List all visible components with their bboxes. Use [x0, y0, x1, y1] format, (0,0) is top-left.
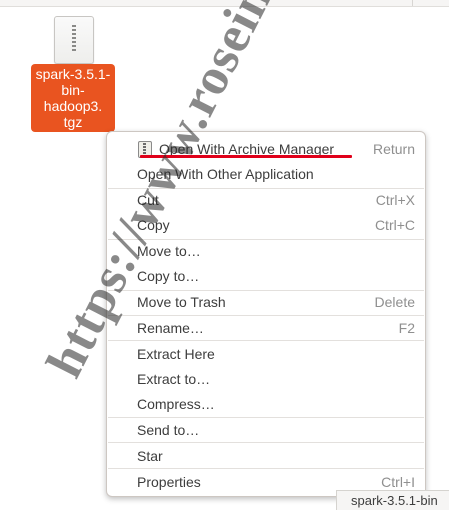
toolbar-divider	[412, 0, 413, 6]
archive-file-icon[interactable]	[54, 16, 94, 64]
menu-item-move-to-trash[interactable]: Move to Trash Delete	[107, 290, 425, 314]
menu-item-extract-here[interactable]: Extract Here	[107, 342, 425, 366]
zipper-icon	[72, 25, 76, 51]
menu-item-extract-to[interactable]: Extract to…	[107, 367, 425, 391]
menu-item-copy-to[interactable]: Copy to…	[107, 264, 425, 288]
menu-separator	[108, 442, 424, 443]
menu-item-compress[interactable]: Compress…	[107, 392, 425, 416]
menu-item-send-to[interactable]: Send to…	[107, 418, 425, 442]
menu-separator	[108, 340, 424, 341]
menu-separator	[108, 468, 424, 469]
file-name-label[interactable]: spark-3.5.1- bin- hadoop3. tgz	[31, 64, 115, 132]
menu-item-rename[interactable]: Rename… F2	[107, 316, 425, 340]
menu-item-star[interactable]: Star	[107, 444, 425, 468]
status-selected-name: spark-3.5.1-bin	[336, 490, 449, 510]
